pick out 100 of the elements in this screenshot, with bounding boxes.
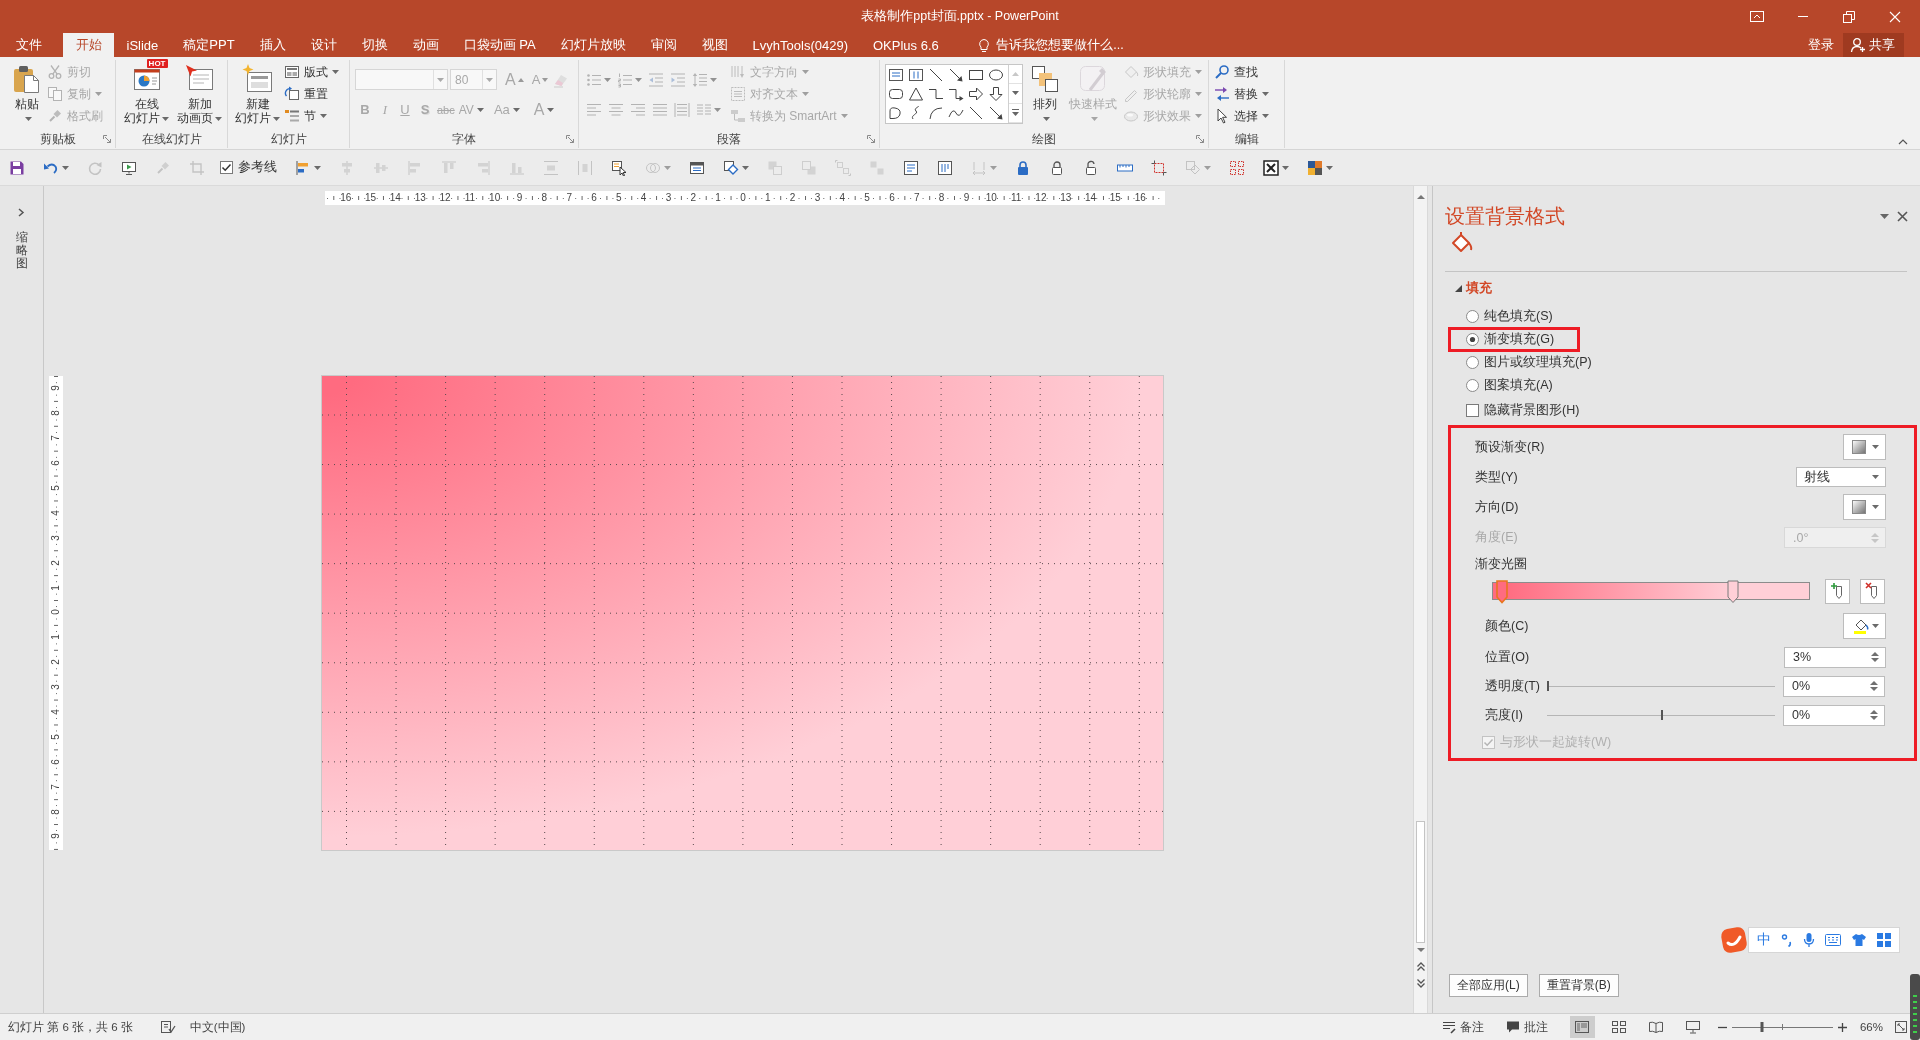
ribbon-tab[interactable]: 插入: [247, 33, 299, 57]
color-squares-icon[interactable]: [1307, 159, 1323, 176]
apps-grid-icon[interactable]: [1877, 933, 1891, 947]
shirt-icon[interactable]: [1851, 933, 1867, 947]
ribbon-button[interactable]: 粘贴: [9, 60, 45, 125]
gradient-stop-handle[interactable]: [1727, 580, 1740, 604]
spinner-field[interactable]: 0%: [1783, 675, 1885, 697]
punctuation-icon[interactable]: [1781, 933, 1793, 947]
ribbon-button[interactable]: 新建 幻灯片: [233, 60, 282, 125]
radio-option[interactable]: 图片或纹理填充(P): [1466, 353, 1592, 371]
line-icon[interactable]: [968, 105, 984, 122]
ribbon-button[interactable]: 选择: [1214, 105, 1271, 127]
ribbon-tab[interactable]: 视图: [689, 33, 741, 57]
lock-icon[interactable]: [1049, 159, 1065, 176]
spin-arrows-icon[interactable]: [1870, 680, 1878, 692]
selection-pane-icon[interactable]: [611, 159, 627, 176]
ribbon-tab[interactable]: 动画: [400, 33, 452, 57]
line-icon[interactable]: [928, 66, 944, 83]
vertical-scrollbar[interactable]: [1413, 186, 1428, 1013]
caret-icon[interactable]: [990, 165, 997, 170]
radio-option[interactable]: 图案填充(A): [1466, 376, 1553, 394]
ribbon-button[interactable]: 新加 动画页: [175, 60, 224, 125]
comments-button[interactable]: 批注: [1505, 1019, 1548, 1035]
caret-icon[interactable]: [314, 165, 321, 170]
radio-option[interactable]: 渐变填充(G): [1466, 330, 1555, 348]
dialog-launcher-icon[interactable]: [1196, 135, 1204, 143]
add-stop-button[interactable]: [1825, 578, 1850, 604]
ribbon-tab[interactable]: iSlide: [114, 33, 171, 57]
expand-pane-icon[interactable]: [18, 208, 25, 218]
language-button[interactable]: 中文(中国): [189, 1019, 246, 1035]
oval-icon[interactable]: [988, 66, 1004, 83]
dropdown-button[interactable]: [1843, 434, 1886, 460]
ribbon-tab[interactable]: 切换: [349, 33, 401, 57]
ribbon-tab[interactable]: 文件: [3, 33, 54, 57]
gradient-stop-handle[interactable]: [1496, 580, 1509, 604]
ribbon-button[interactable]: 重置: [284, 83, 341, 105]
ribbon-tab[interactable]: LvyhTools(0429): [740, 33, 861, 57]
ribbon-display-icon[interactable]: [1749, 8, 1765, 25]
ribbon-button[interactable]: 版式: [284, 61, 341, 83]
remove-stop-button[interactable]: [1860, 578, 1885, 604]
share-button[interactable]: 共享: [1843, 33, 1904, 57]
caret-icon[interactable]: [1326, 165, 1333, 170]
align-objects-icon[interactable]: [295, 159, 311, 176]
color-picker-button[interactable]: [1843, 613, 1886, 639]
vertical-text-box-icon[interactable]: [908, 66, 924, 83]
ribbon-button[interactable]: HOT 在线 幻灯片: [122, 60, 171, 125]
ribbon-tab[interactable]: 口袋动画 PA: [451, 33, 549, 57]
ribbon-tab[interactable]: OKPlus 6.6: [860, 33, 952, 57]
keyboard-icon[interactable]: [1825, 934, 1841, 946]
caret-icon[interactable]: [742, 165, 749, 170]
more-shapes-icon[interactable]: [1012, 109, 1019, 117]
expand-icon[interactable]: [1455, 284, 1462, 292]
text-box-icon[interactable]: [903, 159, 919, 176]
dashed-grid-icon[interactable]: [1229, 159, 1245, 176]
down-arrow-icon[interactable]: [988, 85, 1004, 102]
ribbon-button[interactable]: 节: [284, 105, 341, 127]
lock-icon[interactable]: [1015, 159, 1031, 176]
next-slide-icon[interactable]: [1416, 979, 1425, 988]
section-heading[interactable]: 填充: [1466, 279, 1492, 297]
pane-options-icon[interactable]: [1880, 213, 1889, 219]
checkbox-option[interactable]: 隐藏背景图形(H): [1466, 401, 1580, 419]
crop-frame-icon[interactable]: [1151, 159, 1167, 176]
unlock-icon[interactable]: [1083, 159, 1099, 176]
dialog-launcher-icon[interactable]: [867, 135, 875, 143]
zoom-in-icon[interactable]: [1837, 1022, 1847, 1032]
dialog-launcher-icon[interactable]: [566, 135, 574, 143]
scroll-up-icon[interactable]: [1416, 194, 1425, 199]
spin-arrows-icon[interactable]: [1870, 709, 1878, 721]
radio-option[interactable]: 纯色填充(S): [1466, 307, 1553, 325]
view-button[interactable]: [1569, 1016, 1595, 1038]
ribbon-tab[interactable]: 设计: [298, 33, 350, 57]
dropdown-button[interactable]: [1843, 494, 1886, 520]
panel-button[interactable]: 重置背景(B): [1538, 974, 1619, 997]
checkbox-option[interactable]: 参考线: [214, 159, 286, 176]
notes-button[interactable]: 备注: [1441, 1019, 1484, 1035]
microphone-icon[interactable]: [1803, 932, 1815, 948]
slideshow-icon[interactable]: [121, 159, 137, 176]
triangle-icon[interactable]: [908, 85, 924, 102]
scroll-down-icon[interactable]: [1012, 91, 1019, 96]
close-icon[interactable]: [1897, 210, 1908, 222]
scrollbar-thumb[interactable]: [1416, 821, 1425, 943]
ribbon-tab[interactable]: 幻灯片放映: [548, 33, 639, 57]
arc-icon[interactable]: [928, 105, 944, 122]
spinner-field[interactable]: 0%: [1783, 704, 1885, 726]
vertical-text-box-icon[interactable]: [937, 159, 953, 176]
sign-in-link[interactable]: 登录: [1799, 33, 1843, 57]
logo-icon[interactable]: [1720, 926, 1748, 954]
ribbon-button[interactable]: 替换: [1214, 83, 1271, 105]
zoom-level-button[interactable]: 66%: [1859, 1021, 1883, 1033]
ribbon-button[interactable]: 排列: [1027, 60, 1063, 125]
tell-me-field[interactable]: 告诉我您想要做什么...: [996, 38, 1127, 52]
slider-thumb[interactable]: [1760, 1022, 1764, 1032]
dialog-launcher-icon[interactable]: [103, 135, 111, 143]
previous-slide-icon[interactable]: [1416, 962, 1425, 971]
dialog-window-icon[interactable]: [689, 159, 705, 176]
input-mode-toggle[interactable]: 中: [1757, 931, 1771, 949]
caret-icon[interactable]: [1282, 165, 1289, 170]
spinner-field[interactable]: 3%: [1784, 646, 1886, 668]
text-box-icon[interactable]: [888, 66, 904, 83]
save-icon[interactable]: [9, 159, 25, 176]
